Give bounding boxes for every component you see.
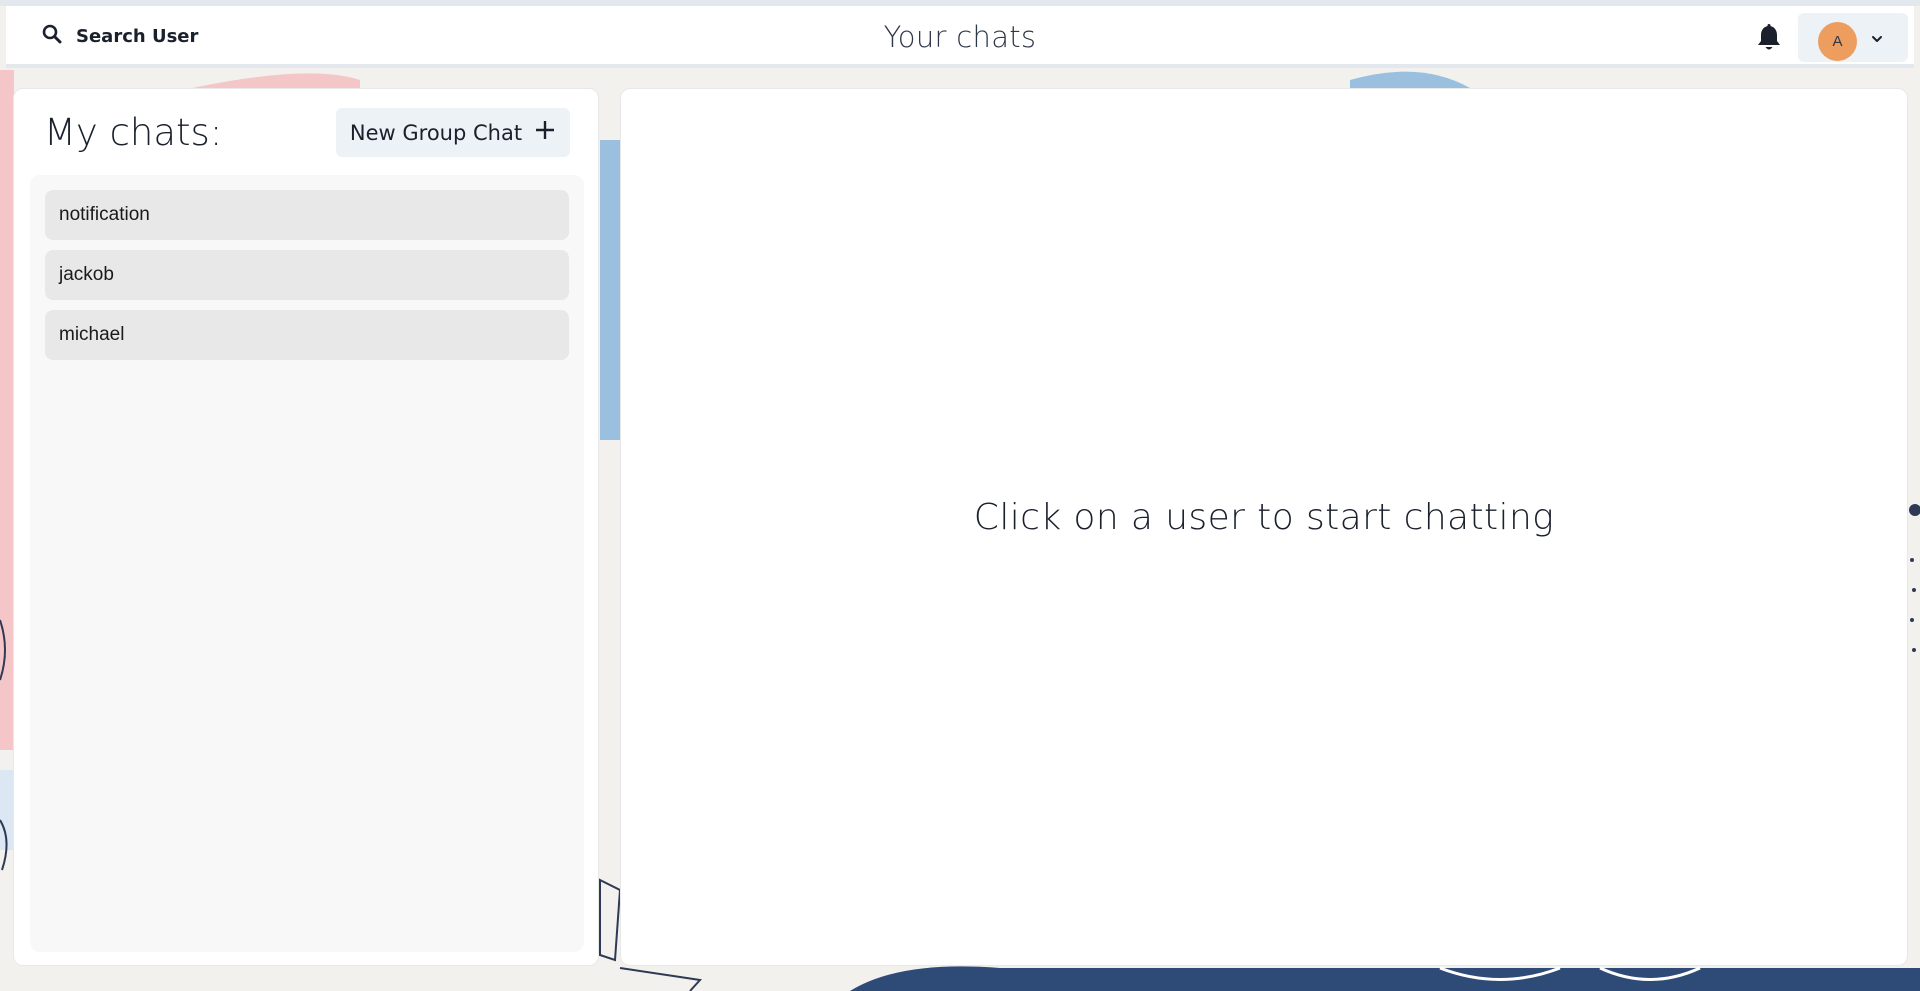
chat-item-label: jackob (59, 264, 114, 285)
chevron-down-icon (1870, 32, 1884, 46)
my-chats-panel: My chats: New Group Chat notification ja… (13, 88, 599, 966)
empty-chat-message: Click on a user to start chatting (973, 497, 1555, 538)
plus-icon (534, 119, 556, 146)
chat-item-notification[interactable]: notification (45, 190, 569, 240)
profile-menu-button[interactable]: A (1798, 13, 1908, 62)
page-title: Your chats (883, 20, 1037, 54)
new-group-chat-button[interactable]: New Group Chat (336, 108, 570, 157)
chat-item-michael[interactable]: michael (45, 310, 569, 360)
chat-item-label: notification (59, 204, 150, 225)
new-group-chat-label: New Group Chat (349, 120, 523, 145)
chat-list: notification jackob michael (30, 175, 584, 952)
my-chats-title: My chats: (44, 111, 223, 154)
avatar: A (1818, 22, 1857, 61)
chat-item-jackob[interactable]: jackob (45, 250, 569, 300)
chat-item-label: michael (59, 324, 125, 345)
bell-icon[interactable] (1756, 24, 1782, 52)
chat-window: Click on a user to start chatting (620, 88, 1908, 966)
top-header: Search User Your chats A (6, 6, 1914, 68)
